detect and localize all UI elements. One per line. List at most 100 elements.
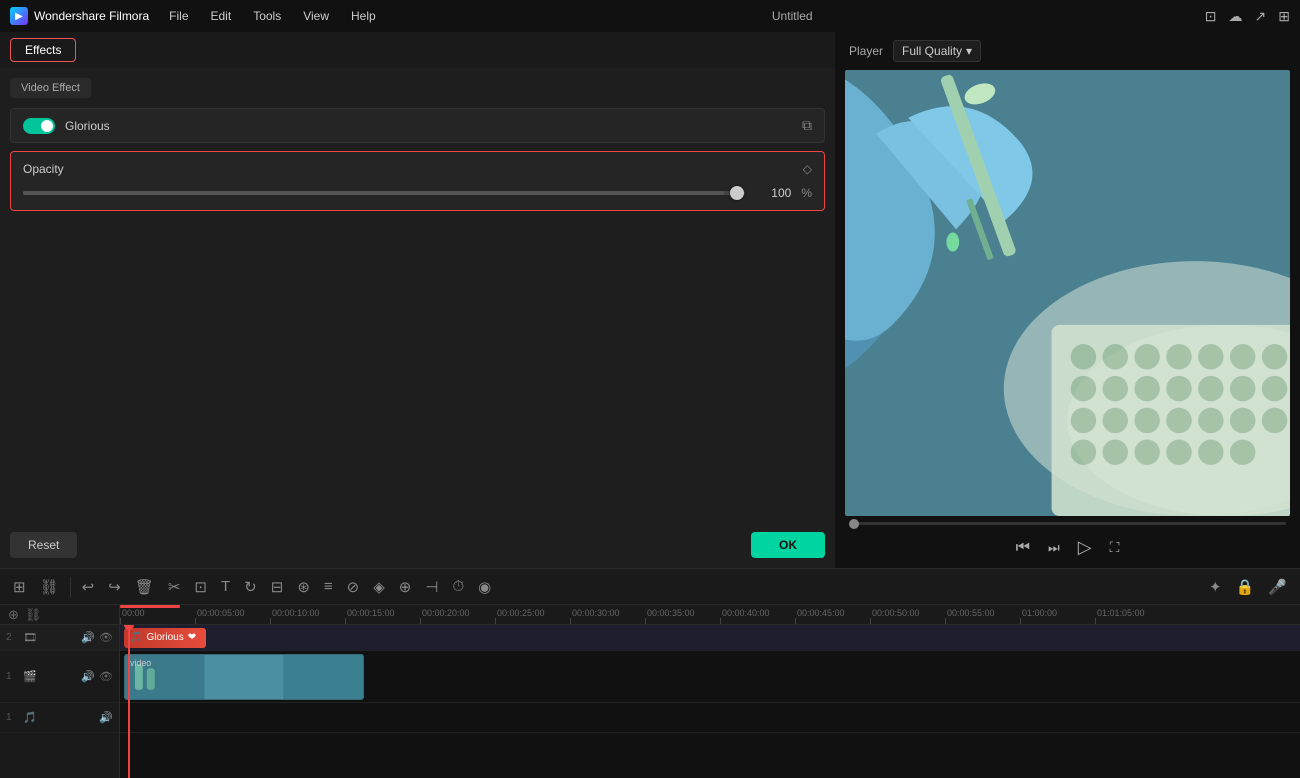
timeline-filter-icon[interactable]: ◈ <box>370 575 388 599</box>
playhead[interactable] <box>128 625 130 778</box>
effect-row: Glorious ⧉ <box>10 108 825 143</box>
timeline-voice-icon[interactable]: ◉ <box>475 575 494 599</box>
track-labels: 2 🎞 🔊 👁 1 🎬 🔊 👁 <box>0 625 119 778</box>
menu-edit[interactable]: Edit <box>207 7 236 25</box>
right-panel: Player Full Quality ▾ <box>835 32 1300 568</box>
video-clip[interactable]: video <box>124 654 364 700</box>
video-track-icons: 🔊 👁 <box>81 670 113 683</box>
timeline-text-icon[interactable]: T <box>218 575 233 598</box>
timeline-redo-icon[interactable]: ↪ <box>105 575 124 599</box>
ruler-mark-1: 00:00:05:00 <box>195 608 270 624</box>
opacity-value: 100 <box>755 186 791 200</box>
ruler-mark-13: 01:01:05:00 <box>1095 608 1170 624</box>
video-track-row: video <box>120 651 1300 703</box>
video-clip-thumbnail: video <box>125 655 363 699</box>
play-button[interactable]: ▷ <box>1078 537 1092 558</box>
keyframe-icon[interactable]: ◇ <box>803 162 812 176</box>
fx-track-row: 🎵 Glorious ❤ <box>120 625 1300 651</box>
reset-button[interactable]: Reset <box>10 532 77 558</box>
grid-icon[interactable]: ⊞ <box>1278 8 1290 25</box>
link-tracks-icon[interactable]: ⛓ <box>25 607 42 623</box>
play-one-frame-back-button[interactable]: ⏭︎ <box>1048 540 1060 556</box>
timeline-ruler: 00:00 00:00:05:00 00:00:10:00 00:00:15:0… <box>120 605 1300 625</box>
menu-help[interactable]: Help <box>347 7 380 25</box>
timeline-link-icon[interactable]: ⛓ <box>37 575 62 599</box>
left-panel: Effects Video Effect Glorious ⧉ Opacity … <box>0 32 835 568</box>
window-title: Untitled <box>396 9 1189 23</box>
effect-toggle[interactable] <box>23 118 55 134</box>
app-name: Wondershare Filmora <box>34 9 149 23</box>
ruler-mark-3: 00:00:15:00 <box>345 608 420 624</box>
timeline-mic-icon[interactable]: 🎤 <box>1265 575 1290 599</box>
fx-track-label: 2 🎞 🔊 👁 <box>0 625 119 651</box>
video-eye-icon[interactable]: 👁 <box>99 670 113 683</box>
tab-effects[interactable]: Effects <box>10 38 76 62</box>
progress-indicator[interactable] <box>849 519 859 529</box>
opacity-slider[interactable] <box>23 191 745 195</box>
timeline-split-icon[interactable]: ⊘ <box>344 575 363 599</box>
panel-tabs: Effects <box>0 32 835 68</box>
timeline-speed-icon[interactable]: ⏱ <box>449 575 467 598</box>
ok-button[interactable]: OK <box>751 532 825 558</box>
slider-thumb[interactable] <box>730 186 744 200</box>
audio-sound-icon[interactable]: 🔊 <box>99 711 113 724</box>
add-track-icon[interactable]: ⊕ <box>8 607 19 623</box>
tab-video-effect[interactable]: Video Effect <box>10 78 91 98</box>
audio-track-num: 1 <box>6 712 18 723</box>
app-logo-icon: ▶ <box>10 7 28 25</box>
ruler-mark-9: 00:00:45:00 <box>795 608 870 624</box>
menu-file[interactable]: File <box>165 7 192 25</box>
fx-eye-icon[interactable]: 👁 <box>99 631 113 644</box>
player-controls: ⏮ ⏭︎ ▷ ⛶ <box>835 531 1300 568</box>
cloud-icon[interactable]: ☁ <box>1229 8 1243 25</box>
opacity-label: Opacity <box>23 162 64 176</box>
progress-track[interactable] <box>849 522 1286 525</box>
ruler-mark-8: 00:00:40:00 <box>720 608 795 624</box>
timeline-rotate-icon[interactable]: ↻ <box>241 575 260 599</box>
ruler-mark-2: 00:00:10:00 <box>270 608 345 624</box>
player-progress[interactable] <box>835 516 1300 531</box>
timeline-layers-icon[interactable]: ⊞ <box>10 575 29 599</box>
timeline-undo-icon[interactable]: ↩ <box>79 575 98 599</box>
timeline-main: ⊕ ⛓ 2 🎞 🔊 👁 1 🎬 🔊 <box>0 605 1300 778</box>
timeline-transform-icon[interactable]: ⊟ <box>268 575 287 599</box>
menu-view[interactable]: View <box>299 7 333 25</box>
timeline-trim-icon[interactable]: ⊣ <box>422 575 441 599</box>
timeline-adjust-icon[interactable]: ⊛ <box>294 575 313 599</box>
svg-text:video: video <box>130 658 151 668</box>
share-icon[interactable]: ↗ <box>1255 8 1267 25</box>
copy-effect-icon[interactable]: ⧉ <box>802 117 812 134</box>
ruler-mark-11: 00:00:55:00 <box>945 608 1020 624</box>
player-label: Player <box>849 44 883 58</box>
fx-clip-glorious[interactable]: 🎵 Glorious ❤ <box>124 628 206 648</box>
fullscreen-button[interactable]: ⛶ <box>1110 539 1120 556</box>
timeline-lock-icon[interactable]: 🔒 <box>1233 575 1258 599</box>
fx-sound-icon[interactable]: 🔊 <box>81 631 95 644</box>
timeline-delete-icon[interactable]: 🗑 <box>132 575 157 599</box>
timeline-motion-icon[interactable]: ⊕ <box>396 575 415 599</box>
step-back-button[interactable]: ⏮ <box>1016 539 1030 557</box>
monitor-icon[interactable]: ⊡ <box>1205 8 1217 25</box>
video-sound-icon[interactable]: 🔊 <box>81 670 95 683</box>
timeline-tracks: 🎵 Glorious ❤ <box>120 625 1300 778</box>
slider-fill <box>23 191 724 195</box>
audio-track-icons: 🔊 <box>99 711 113 724</box>
ruler-mark-4: 00:00:20:00 <box>420 608 495 624</box>
opacity-box: Opacity ◇ 100 % <box>10 151 825 211</box>
sidebar-header: ⊕ ⛓ <box>0 605 119 625</box>
timeline-cut-icon[interactable]: ✂ <box>165 575 184 599</box>
timeline-equalizer-icon[interactable]: ≡ <box>321 575 336 598</box>
quality-dropdown[interactable]: Full Quality ▾ <box>893 40 981 62</box>
menu-bar: ▶ Wondershare Filmora File Edit Tools Vi… <box>0 0 1300 32</box>
ruler-mark-7: 00:00:35:00 <box>645 608 720 624</box>
menu-tools[interactable]: Tools <box>249 7 285 25</box>
opacity-header: Opacity ◇ <box>23 162 812 176</box>
ruler-mark-5: 00:00:25:00 <box>495 608 570 624</box>
player-header: Player Full Quality ▾ <box>835 32 1300 70</box>
menu-right: ⊡ ☁ ↗ ⊞ <box>1205 8 1290 25</box>
timeline-crop-icon[interactable]: ⊡ <box>191 575 210 599</box>
audio-track-label: 1 🎵 🔊 <box>0 703 119 733</box>
quality-label: Full Quality <box>902 44 962 58</box>
fx-track-num: 2 <box>6 632 18 643</box>
timeline-settings-icon[interactable]: ✦ <box>1206 575 1225 599</box>
